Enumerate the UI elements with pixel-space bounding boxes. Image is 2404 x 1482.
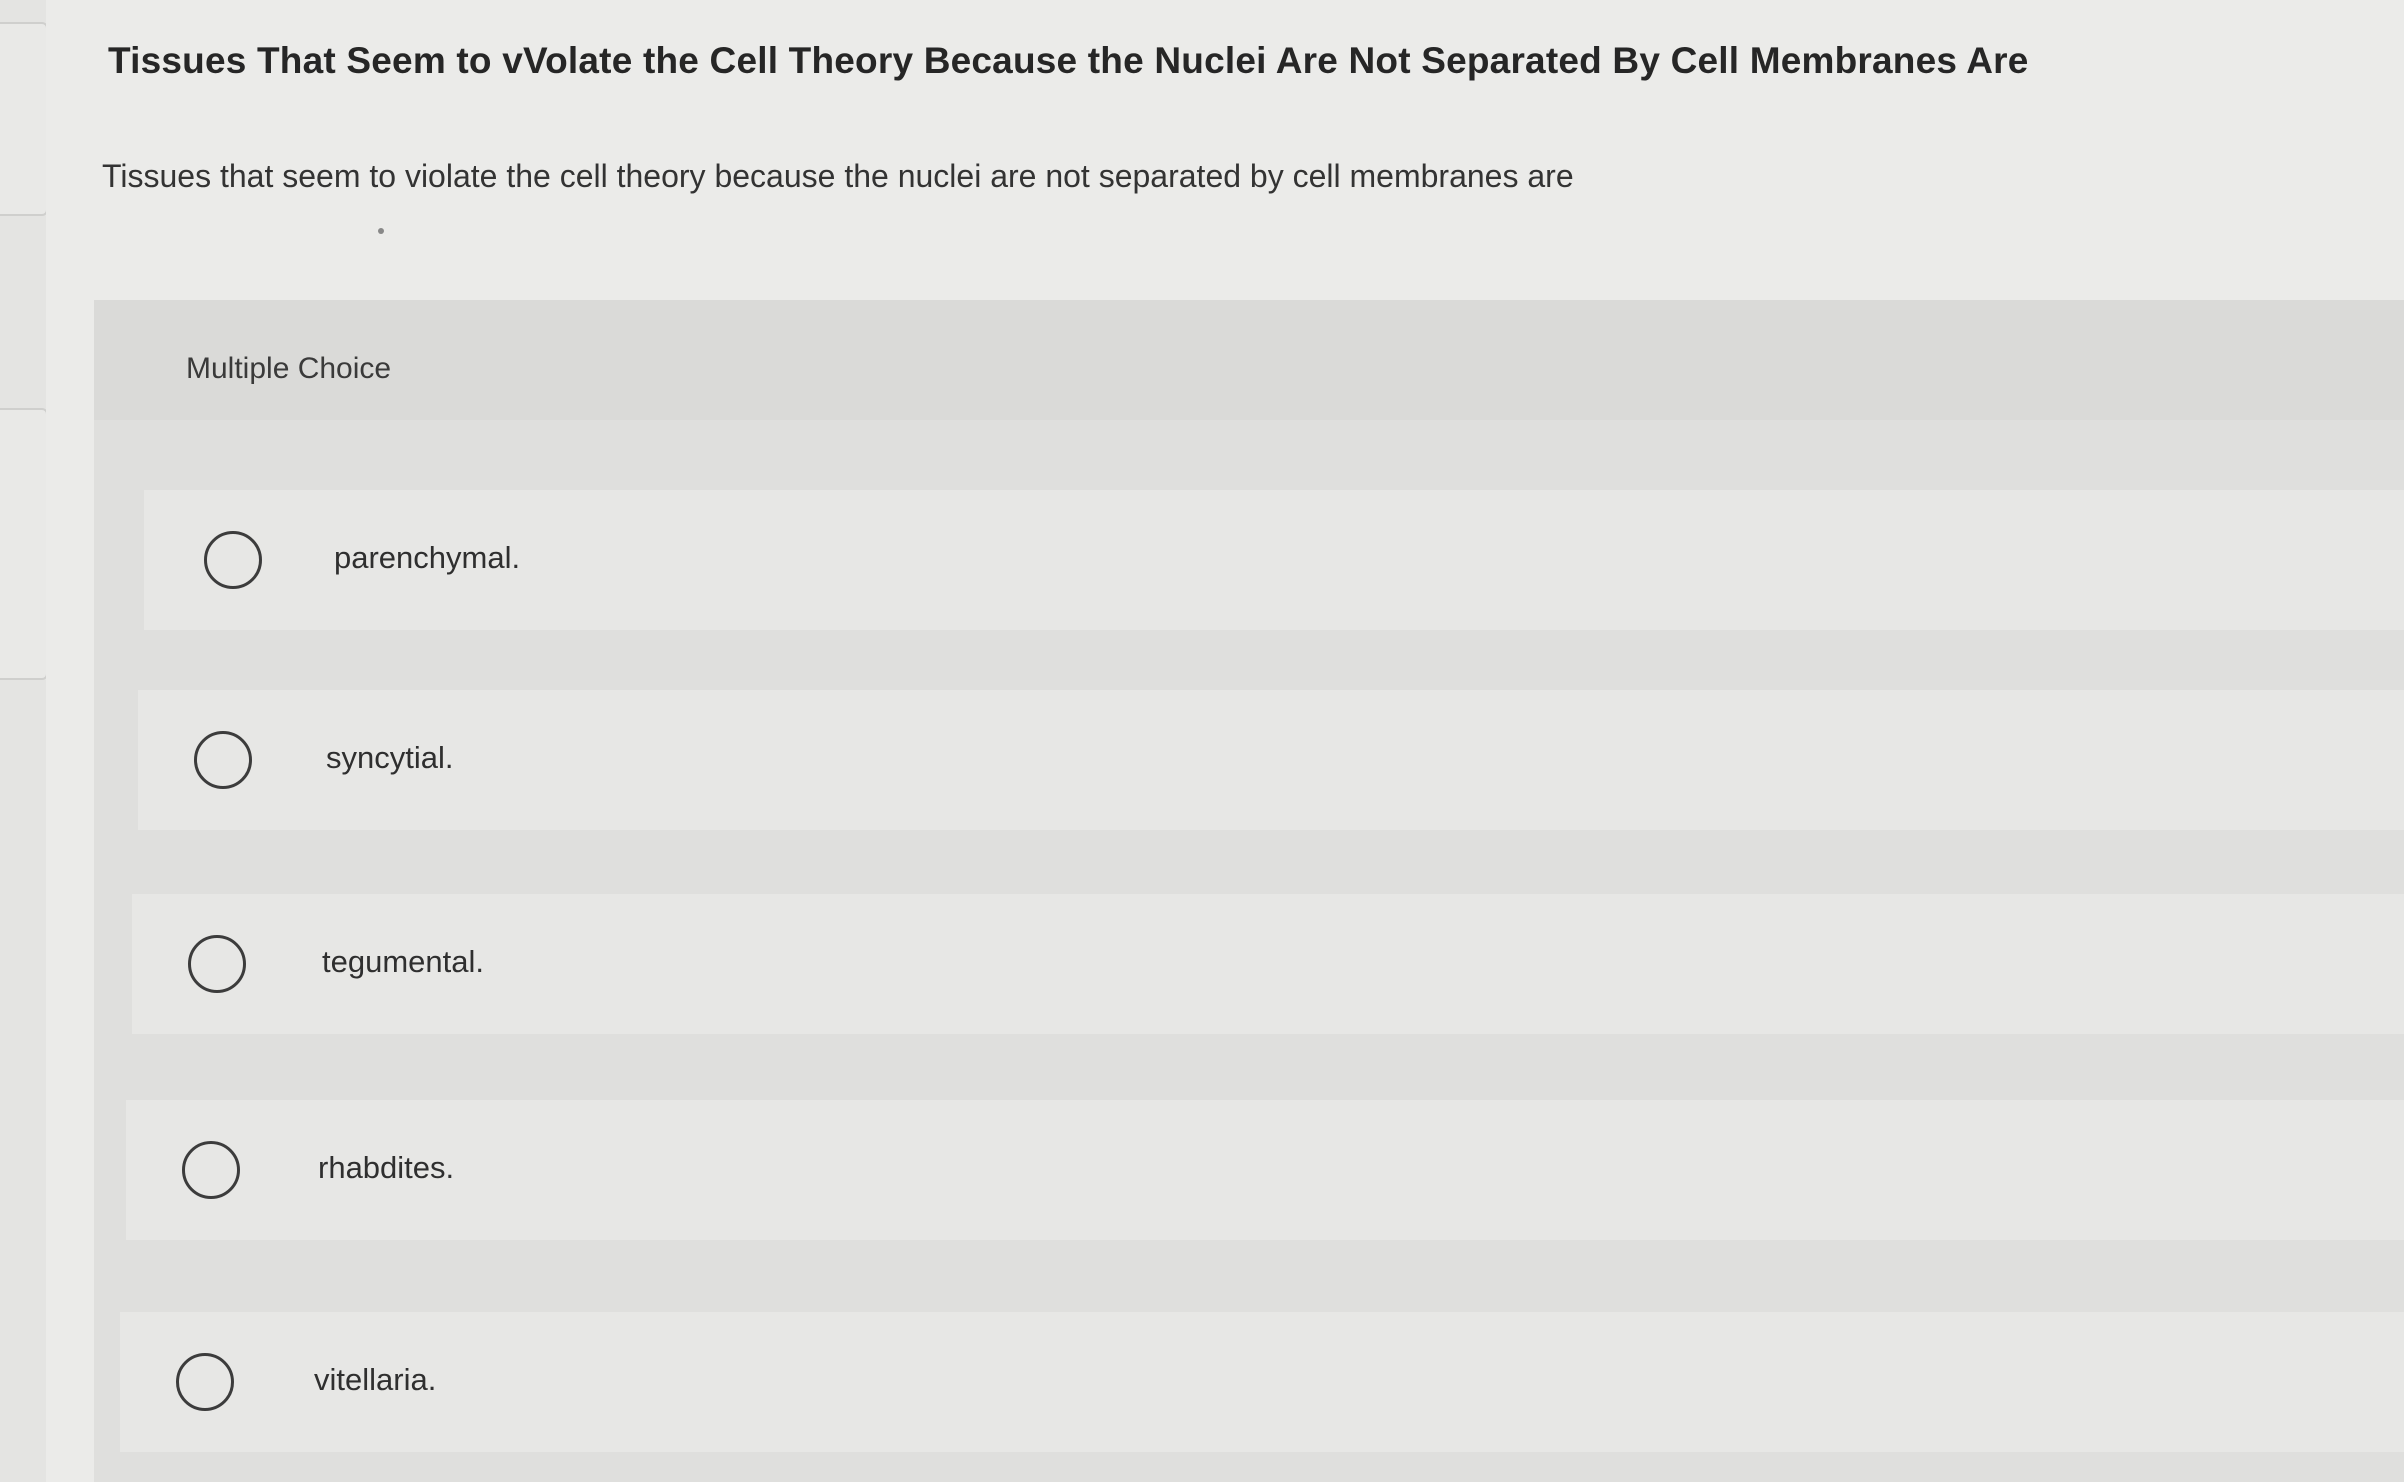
option-label: parenchymal. bbox=[334, 540, 521, 575]
left-edge-frame bbox=[0, 22, 48, 216]
option-label: tegumental. bbox=[322, 944, 484, 979]
option-vitellaria[interactable]: vitellaria. bbox=[120, 1312, 2404, 1452]
option-rhabdites[interactable]: rhabdites. bbox=[126, 1100, 2404, 1240]
question-page: Tissues That Seem to vVolate the Cell Th… bbox=[46, 0, 2404, 1482]
radio-button[interactable] bbox=[188, 935, 246, 993]
option-tegumental[interactable]: tegumental. bbox=[132, 894, 2404, 1034]
multiple-choice-label: Multiple Choice bbox=[186, 352, 392, 385]
option-syncytial[interactable]: syncytial. bbox=[138, 690, 2404, 830]
question-title: Tissues That Seem to vVolate the Cell Th… bbox=[108, 40, 2029, 81]
answer-blank bbox=[378, 228, 384, 234]
question-prompt: Tissues that seem to violate the cell th… bbox=[102, 158, 1574, 194]
option-label: vitellaria. bbox=[314, 1362, 437, 1397]
option-label: rhabdites. bbox=[318, 1150, 455, 1185]
multiple-choice-header: Multiple Choice bbox=[94, 300, 2404, 420]
radio-button[interactable] bbox=[176, 1353, 234, 1411]
radio-button[interactable] bbox=[204, 531, 262, 589]
radio-button[interactable] bbox=[194, 731, 252, 789]
radio-button[interactable] bbox=[182, 1141, 240, 1199]
option-label: syncytial. bbox=[326, 740, 454, 775]
multiple-choice-panel: Multiple Choice parenchymal. syncytial. … bbox=[94, 300, 2404, 1482]
option-parenchymal[interactable]: parenchymal. bbox=[144, 490, 2404, 630]
left-edge-frame-lower bbox=[0, 408, 48, 680]
